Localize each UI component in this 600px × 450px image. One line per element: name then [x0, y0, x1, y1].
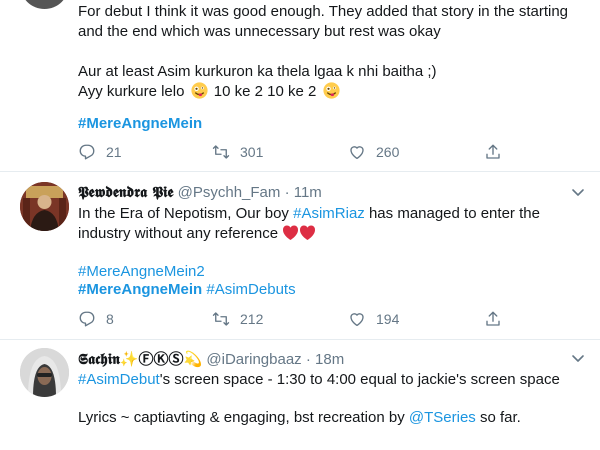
avatar-image: [20, 348, 69, 397]
tweet-text-line: Ayy kurkure lelo 10 ke 2 10 ke 2: [78, 82, 342, 102]
tweet-actions: 8 212 194: [78, 310, 518, 330]
like-icon: [350, 146, 364, 160]
share-button[interactable]: [484, 143, 502, 161]
hashtag-link[interactable]: #MereAngneMein2: [78, 262, 205, 282]
reply-icon: [79, 144, 95, 160]
hashtag-link[interactable]: #AsimRiaz: [293, 205, 365, 222]
avatar[interactable]: [20, 0, 69, 9]
tweet-text-line: In the Era of Nepotism, Our boy #AsimRia…: [78, 204, 540, 224]
share-icon: [486, 311, 500, 326]
tweet-text: Lyrics ~ captiavting & engaging, bst rec…: [78, 409, 405, 426]
share-button[interactable]: [484, 310, 502, 328]
retweet-count: 212: [240, 311, 264, 327]
tweet-text-line: #AsimDebut's screen space - 1:30 to 4:00…: [78, 370, 560, 390]
retweet-icon: [212, 312, 230, 326]
avatar[interactable]: [20, 182, 69, 231]
tweet-text-line: industry without any reference: [78, 224, 316, 244]
tweet-actions: 21 301 260: [78, 143, 518, 163]
tweet-text: industry without any reference: [78, 225, 279, 242]
crazy-face-emoji-icon: [322, 82, 340, 99]
chevron-down-icon[interactable]: [570, 350, 586, 366]
tweet-3[interactable]: 𝕾𝖆𝖈𝖍𝖎𝖓✨ⒻⓀⓈ💫 @iDaringbaaz · 18m #AsimDebu…: [0, 340, 600, 450]
tweet-2[interactable]: 𝕻𝖊𝖜𝖉𝖊𝖓𝖉𝖗𝖆 𝕻𝖎𝖊 @Psychh_Fam · 11m In the E…: [0, 172, 600, 340]
retweet-icon: [212, 145, 230, 159]
reply-button[interactable]: 8: [78, 310, 114, 328]
crazy-face-emoji-icon: [191, 82, 208, 99]
tweet-text-line: Aur at least Asim kurkuron ka thela lgaa…: [78, 63, 437, 80]
like-count: 194: [376, 311, 400, 327]
reply-icon: [79, 311, 95, 327]
red-heart-emoji-icon: [283, 225, 316, 240]
hashtag-link[interactable]: #MereAngneMein: [78, 114, 202, 134]
reply-count: 8: [106, 311, 114, 327]
user-handle[interactable]: @Psychh_Fam: [178, 184, 281, 201]
like-icon: [350, 313, 364, 327]
avatar[interactable]: [20, 348, 69, 397]
hashtag-link[interactable]: #MereAngneMein: [78, 281, 202, 298]
tweet-text: 10 ke 2 10 ke 2: [213, 83, 317, 100]
display-name[interactable]: 𝕾𝖆𝖈𝖍𝖎𝖓✨ⒻⓀⓈ💫: [78, 350, 202, 368]
hashtag-link[interactable]: #AsimDebuts: [206, 281, 295, 298]
display-name[interactable]: 𝕻𝖊𝖜𝖉𝖊𝖓𝖉𝖗𝖆 𝕻𝖎𝖊: [78, 183, 173, 201]
tweet-text-line: and the end which was unnecessary but re…: [78, 23, 441, 40]
user-handle[interactable]: @iDaringbaaz: [206, 351, 301, 368]
tweet-text-line: Lyrics ~ captiavting & engaging, bst rec…: [78, 408, 521, 428]
mention-link[interactable]: @TSeries: [409, 409, 476, 426]
tweet-1[interactable]: For debut I think it was good enough. Th…: [0, 0, 600, 172]
like-count: 260: [376, 144, 400, 160]
retweet-count: 301: [240, 144, 264, 160]
tweet-text: Ayy kurkure lelo: [78, 83, 185, 100]
reply-button[interactable]: 21: [78, 143, 122, 161]
tweet-text: so far.: [479, 409, 521, 426]
chevron-down-icon[interactable]: [570, 184, 586, 200]
tweet-text: has managed to enter the: [368, 205, 540, 222]
timestamp[interactable]: · 11m: [285, 184, 322, 201]
tweet-header: 𝕻𝖊𝖜𝖉𝖊𝖓𝖉𝖗𝖆 𝕻𝖎𝖊 @Psychh_Fam · 11m: [78, 182, 322, 203]
tweet-text-line: For debut I think it was good enough. Th…: [78, 3, 569, 20]
retweet-button[interactable]: 301: [212, 143, 263, 161]
hashtag-link[interactable]: #AsimDebut: [78, 371, 160, 388]
tweet-header: 𝕾𝖆𝖈𝖍𝖎𝖓✨ⒻⓀⓈ💫 @iDaringbaaz · 18m: [78, 349, 344, 370]
tweet-text: 's screen space - 1:30 to 4:00 equal to …: [159, 371, 560, 388]
share-icon: [486, 144, 500, 159]
retweet-button[interactable]: 212: [212, 310, 263, 328]
tweet-text-line: #MereAngneMein #AsimDebuts: [78, 280, 296, 300]
avatar-image: [20, 182, 69, 231]
timestamp[interactable]: · 18m: [306, 351, 344, 368]
reply-count: 21: [106, 144, 122, 160]
like-button[interactable]: 260: [348, 143, 399, 161]
tweet-text: In the Era of Nepotism, Our boy: [78, 205, 289, 222]
like-button[interactable]: 194: [348, 310, 399, 328]
